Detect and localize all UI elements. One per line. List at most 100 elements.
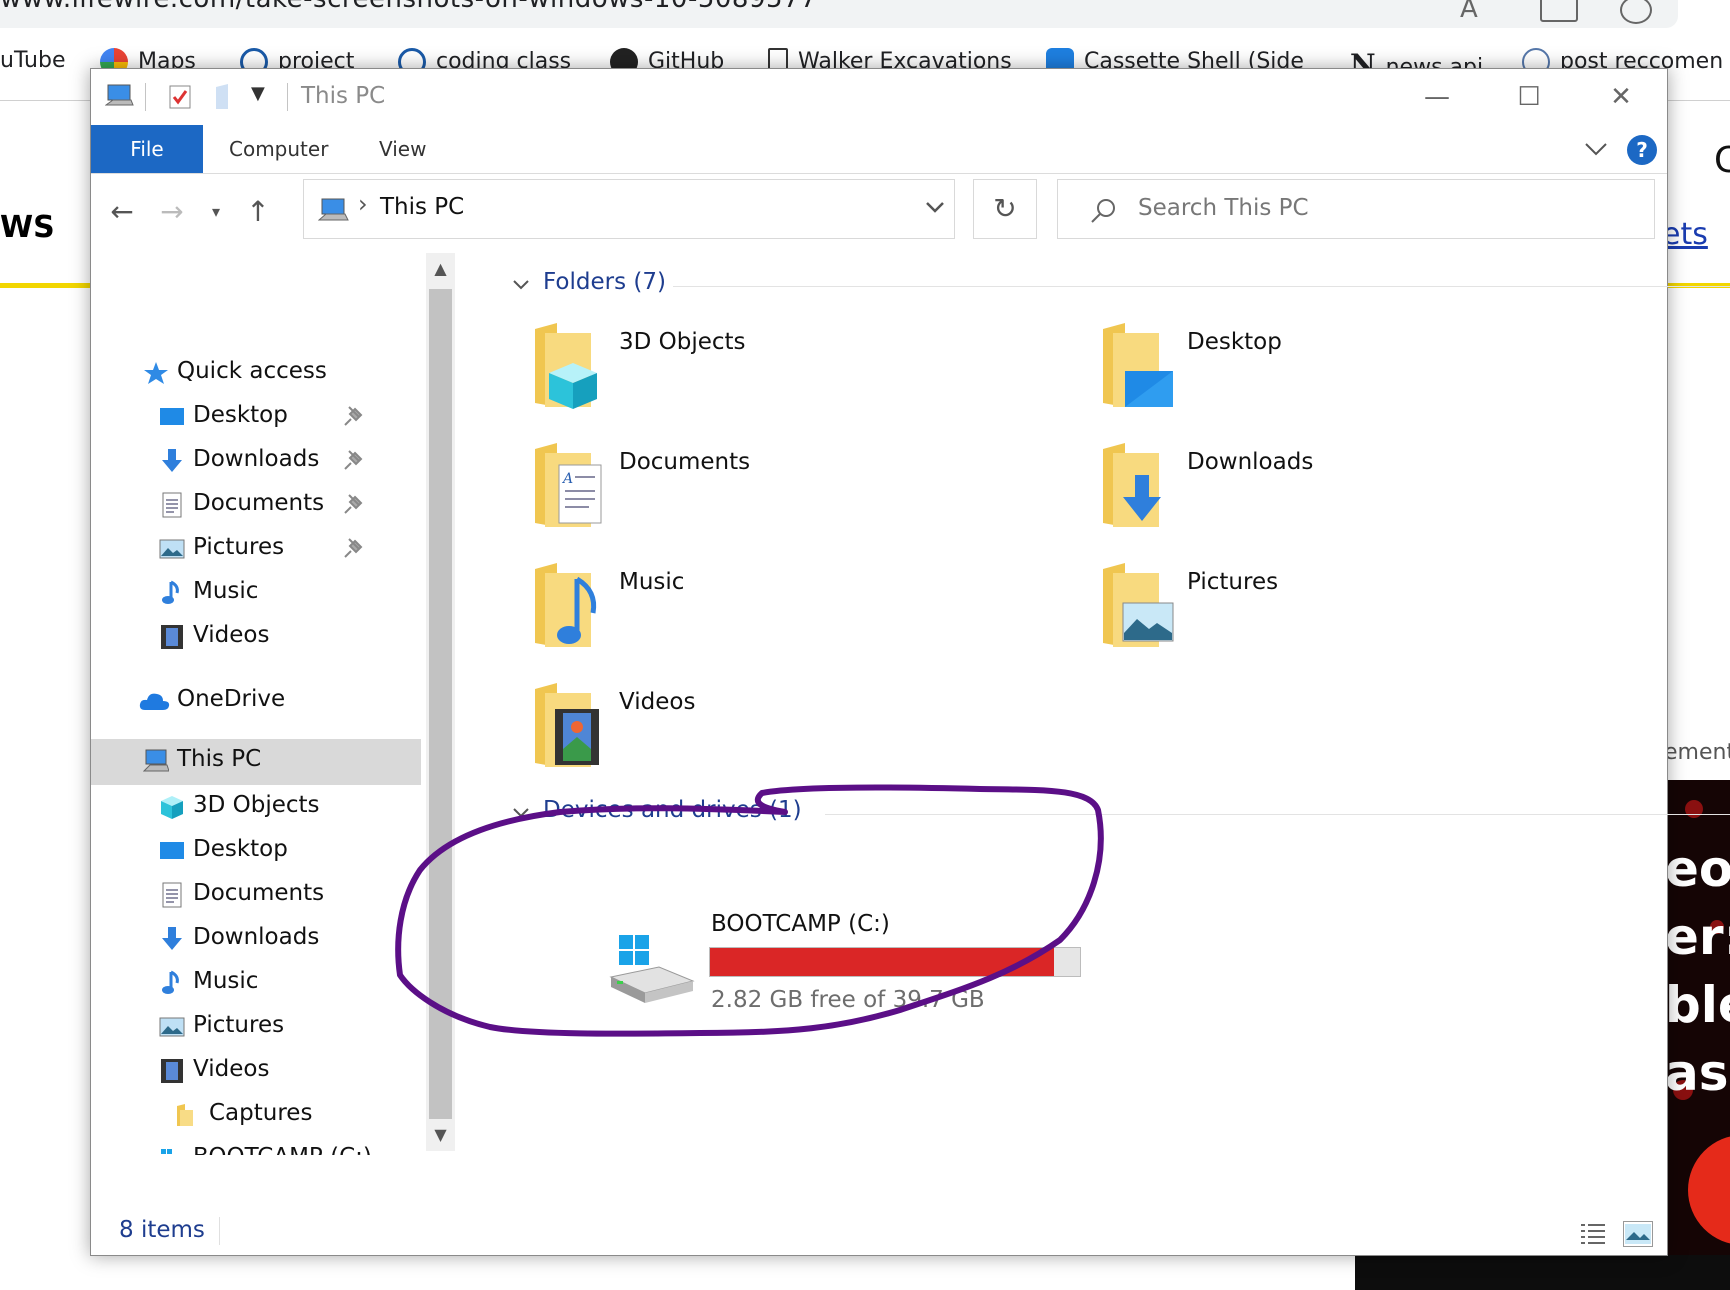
tab-view[interactable]: View — [379, 125, 426, 173]
collapse-chevron-icon[interactable] — [511, 275, 531, 295]
videos-folder-icon — [535, 683, 599, 767]
cube-folder-icon — [535, 323, 597, 409]
bookmark-label: uTube — [0, 48, 66, 73]
nav-quick-videos[interactable]: Videos — [91, 615, 421, 659]
expand-ribbon-icon[interactable] — [1581, 133, 1611, 163]
nav-pc-captures[interactable]: Captures — [91, 1093, 421, 1137]
file-explorer-window: ▼ This PC — ☐ ✕ File Computer View ? ← →… — [90, 68, 1730, 1256]
ad-label-fragment: ement — [1664, 740, 1730, 765]
folder-desktop[interactable]: Desktop — [1099, 323, 1499, 423]
help-button[interactable]: ? — [1627, 135, 1657, 165]
film-icon — [161, 1059, 183, 1083]
nav-quick-pictures[interactable]: Pictures — [91, 527, 421, 571]
reader-icon[interactable]: A — [1460, 0, 1478, 24]
pin-icon[interactable] — [341, 491, 367, 517]
folder-icon — [177, 1104, 193, 1126]
nav-quick-desktop[interactable]: Desktop — [91, 395, 421, 439]
nav-pc-music[interactable]: Music — [91, 961, 421, 1005]
thumb-text: eo — [1665, 840, 1730, 898]
nav-onedrive[interactable]: OneDrive — [91, 679, 421, 723]
pin-icon[interactable] — [341, 447, 367, 473]
favorites-icon[interactable] — [1620, 0, 1652, 24]
breadcrumb-this-pc[interactable]: This PC — [380, 194, 464, 220]
folder-videos[interactable]: Videos — [531, 683, 931, 783]
star-icon — [144, 362, 168, 384]
close-button[interactable]: ✕ — [1575, 69, 1667, 125]
nav-scrollbar[interactable]: ▲ ▼ — [426, 253, 455, 1151]
details-view-icon[interactable] — [1579, 1221, 1607, 1245]
nav-quick-downloads[interactable]: Downloads — [91, 439, 421, 483]
document-icon — [162, 492, 182, 518]
new-folder-icon[interactable] — [213, 83, 235, 111]
folder-label: Downloads — [1187, 449, 1314, 475]
bookmark-youtube[interactable]: uTube — [0, 48, 65, 88]
nav-pc-desktop[interactable]: Desktop — [91, 829, 421, 873]
pin-icon[interactable] — [341, 403, 367, 429]
immersive-reader-icon[interactable] — [1540, 0, 1578, 22]
folder-3d-objects[interactable]: 3D Objects — [531, 323, 931, 423]
nav-label: OneDrive — [177, 686, 286, 712]
folders-group-header[interactable]: Folders (7) — [425, 269, 1730, 303]
collapse-chevron-icon[interactable] — [511, 803, 531, 823]
folder-downloads[interactable]: Downloads — [1099, 443, 1499, 543]
tab-computer[interactable]: Computer — [229, 125, 328, 173]
cube-icon — [161, 796, 183, 819]
download-folder-icon — [1103, 443, 1161, 527]
nav-pc-videos[interactable]: Videos — [91, 1049, 421, 1093]
address-dropdown-icon[interactable] — [920, 192, 950, 222]
nav-pc-downloads[interactable]: Downloads — [91, 917, 421, 961]
folder-label: 3D Objects — [619, 329, 746, 355]
page-link-fragment[interactable]: ets — [1662, 217, 1708, 252]
drive-bootcamp[interactable]: BOOTCAMP (C:) 2.82 GB free of 39.7 GB — [601, 909, 1101, 1029]
status-bar: 8 items — [91, 1209, 1667, 1255]
nav-label: 3D Objects — [193, 792, 320, 818]
browser-address-bar[interactable]: www.lifewire.com/take-screenshots-on-win… — [0, 0, 1678, 28]
folder-pictures[interactable]: Pictures — [1099, 563, 1499, 663]
folder-music[interactable]: Music — [531, 563, 931, 663]
forward-arrow-icon[interactable]: → — [155, 195, 189, 229]
page-heading-fragment: WS — [0, 210, 55, 245]
title-bar[interactable]: ▼ This PC — ☐ ✕ — [91, 69, 1667, 125]
breadcrumb-chevron-icon[interactable]: › — [358, 190, 368, 218]
search-input[interactable]: Search This PC — [1057, 179, 1655, 239]
up-arrow-icon[interactable]: ↑ — [241, 195, 275, 229]
nav-pc-documents[interactable]: Documents — [91, 873, 421, 917]
document-icon — [162, 882, 182, 908]
maximize-button[interactable]: ☐ — [1483, 69, 1575, 125]
drive-free-space: 2.82 GB free of 39.7 GB — [711, 987, 985, 1013]
nav-pc-pictures[interactable]: Pictures — [91, 1005, 421, 1049]
nav-quick-music[interactable]: Music — [91, 571, 421, 615]
address-bar[interactable]: › This PC — [303, 179, 955, 239]
properties-icon[interactable] — [167, 83, 193, 111]
tab-file[interactable]: File — [91, 125, 203, 173]
folder-documents[interactable]: A Documents — [531, 443, 931, 543]
back-arrow-icon[interactable]: ← — [105, 195, 139, 229]
minimize-button[interactable]: — — [1391, 69, 1483, 125]
nav-label: BOOTCAMP (C:) — [193, 1144, 372, 1155]
pictures-icon — [159, 539, 185, 559]
pin-icon[interactable] — [341, 535, 367, 561]
large-icons-view-icon[interactable] — [1623, 1221, 1653, 1247]
this-pc-icon — [105, 84, 134, 106]
recent-locations-icon[interactable]: ▾ — [199, 195, 233, 229]
folders-group-title: Folders (7) — [543, 269, 666, 295]
status-separator — [219, 1217, 220, 1245]
refresh-button[interactable]: ↻ — [973, 179, 1037, 239]
scroll-down-icon[interactable]: ▼ — [426, 1125, 455, 1144]
nav-this-pc[interactable]: This PC — [91, 739, 421, 785]
pictures-icon — [159, 1017, 185, 1037]
windows-drive-icon — [609, 935, 695, 1003]
nav-pc-bootcamp[interactable]: BOOTCAMP (C:) — [91, 1137, 421, 1155]
qat-dropdown-icon[interactable]: ▼ — [251, 83, 265, 104]
thumb-text: asp — [1665, 1044, 1730, 1102]
nav-pc-3d-objects[interactable]: 3D Objects — [91, 785, 421, 829]
scroll-thumb[interactable] — [429, 289, 452, 1119]
devices-group-title: Devices and drives (1) — [543, 797, 802, 823]
thumb-text: ble — [1665, 976, 1730, 1034]
nav-quick-documents[interactable]: Documents — [91, 483, 421, 527]
nav-quick-access[interactable]: Quick access — [91, 351, 421, 395]
folder-label: Videos — [619, 689, 696, 715]
devices-group-header[interactable]: Devices and drives (1) — [425, 797, 1730, 831]
nav-label: Downloads — [193, 446, 320, 472]
film-icon — [161, 625, 183, 649]
